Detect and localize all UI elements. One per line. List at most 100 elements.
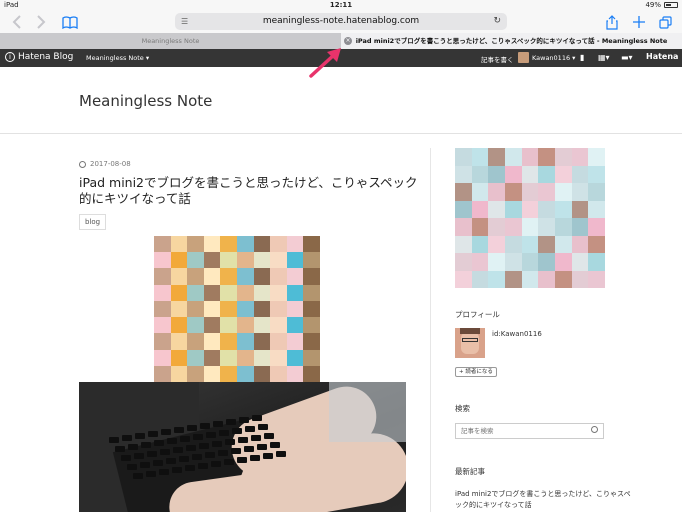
- mosaic-cell: [286, 317, 304, 334]
- back-icon[interactable]: [8, 13, 26, 31]
- reader-icon[interactable]: ☰: [181, 13, 188, 30]
- user-name: Kawan0116 ▾: [532, 53, 576, 62]
- search-field[interactable]: [455, 423, 604, 439]
- hatena-brand[interactable]: Hatena: [646, 52, 678, 61]
- mosaic-cell: [571, 165, 589, 183]
- profile-user-id[interactable]: id:Kawan0116: [492, 330, 542, 338]
- mosaic-cell: [203, 300, 221, 318]
- keyboard-key: [122, 435, 132, 441]
- category-tag[interactable]: blog: [79, 214, 107, 230]
- mosaic-cell: [554, 270, 572, 288]
- keyboard-key: [199, 443, 209, 449]
- bookmarks-icon[interactable]: [61, 13, 79, 31]
- mosaic-cell: [521, 270, 539, 288]
- apps-grid-icon[interactable]: ▦▾: [598, 53, 610, 62]
- write-article-link[interactable]: 記事を書く: [481, 54, 514, 64]
- url-text: meaningless-note.hatenablog.com: [262, 16, 420, 26]
- mosaic-cell: [455, 148, 472, 166]
- keyboard-key: [180, 436, 190, 442]
- mosaic-cell: [220, 300, 237, 318]
- mosaic-cell: [588, 253, 605, 271]
- mosaic-cell: [455, 235, 472, 253]
- mosaic-cell: [170, 284, 188, 301]
- bookmark-icon[interactable]: ▮: [580, 53, 584, 62]
- mosaic-cell: [220, 317, 237, 334]
- article-date-text: 2017-08-08: [90, 160, 131, 168]
- new-tab-icon[interactable]: [630, 13, 648, 31]
- hatena-blog-logo[interactable]: i Hatena Blog: [5, 52, 73, 62]
- keyboard-key: [192, 454, 202, 460]
- mosaic-cell: [521, 165, 539, 183]
- profile-avatar[interactable]: [455, 328, 485, 358]
- mosaic-cell: [187, 300, 204, 318]
- mosaic-cell: [154, 252, 171, 269]
- keyboard-key: [147, 451, 157, 457]
- mosaic-cell: [571, 200, 589, 218]
- keyboard-key: [166, 458, 176, 464]
- mosaic-cell: [488, 218, 505, 236]
- battery-icon: [664, 2, 678, 8]
- share-icon[interactable]: [603, 13, 621, 31]
- mosaic-cell: [253, 268, 271, 285]
- mosaic-cell: [455, 253, 472, 271]
- article-title[interactable]: iPad mini2でブログを書こうと思ったけど、こりゃスペック的にキツイなって…: [79, 175, 419, 207]
- keyboard-key: [232, 428, 242, 434]
- blog-selector[interactable]: Meaningless Note ▾: [86, 54, 149, 62]
- mosaic-cell: [253, 252, 271, 269]
- mosaic-cell: [154, 317, 171, 334]
- keyboard-key: [244, 446, 254, 452]
- recent-post-link[interactable]: iPad mini2でブログを書こうと思ったけど、こりゃスペック的にキツイなって…: [455, 489, 635, 511]
- blog-title[interactable]: Meaningless Note: [79, 92, 212, 110]
- keyboard-key: [135, 433, 145, 439]
- search-icon[interactable]: [591, 426, 598, 433]
- mosaic-cell: [237, 300, 254, 318]
- mosaic-cell: [253, 349, 271, 366]
- keyboard-key: [185, 465, 195, 471]
- keyboard-key: [134, 453, 144, 459]
- tabs-overview-icon[interactable]: [656, 13, 674, 31]
- mosaic-cell: [154, 333, 171, 350]
- search-input[interactable]: [461, 427, 586, 435]
- search-heading: 検索: [455, 404, 470, 413]
- keyboard-key: [193, 434, 203, 440]
- user-menu[interactable]: Kawan0116 ▾: [518, 52, 575, 63]
- tab-active-article[interactable]: iPad mini2でブログを書こうと思ったけど、こりゃスペック的にキツイなって…: [341, 33, 682, 49]
- keyboard-key: [146, 471, 156, 477]
- mosaic-cell: [554, 165, 572, 183]
- mosaic-cell: [237, 333, 254, 350]
- mosaic-cell: [286, 284, 304, 301]
- mosaic-cell: [270, 317, 287, 334]
- keyboard-key: [148, 431, 158, 437]
- mosaic-cell: [455, 218, 472, 236]
- follow-button[interactable]: + 読者になる: [455, 367, 497, 377]
- battery-percent: 49%: [645, 1, 661, 9]
- keyboard-key: [252, 415, 262, 421]
- article-date[interactable]: 2017-08-08: [79, 160, 131, 168]
- mosaic-cell: [471, 235, 489, 253]
- mosaic-cell: [538, 253, 555, 271]
- keyboard-key: [186, 445, 196, 451]
- tab-meaningless-note[interactable]: Meaningless Note: [0, 33, 341, 49]
- notifications-icon[interactable]: ▬▾: [621, 53, 633, 62]
- mosaic-cell: [303, 236, 320, 253]
- mosaic-cell: [471, 270, 489, 288]
- mosaic-cell: [588, 200, 605, 218]
- mosaic-cell: [303, 365, 320, 382]
- keyboard-key: [153, 460, 163, 466]
- mosaic-cell: [170, 333, 188, 350]
- keyboard-key: [187, 425, 197, 431]
- close-tab-icon[interactable]: ×: [344, 37, 352, 45]
- mosaic-cell: [237, 349, 254, 366]
- address-bar[interactable]: ☰ meaningless-note.hatenablog.com ↻: [175, 13, 507, 30]
- mosaic-cell: [488, 200, 505, 218]
- mosaic-cell: [286, 252, 304, 269]
- mosaic-cell: [237, 236, 254, 253]
- follow-label: 読者になる: [465, 369, 493, 375]
- keyboard-key: [121, 455, 131, 461]
- keyboard-key: [245, 426, 255, 432]
- mosaic-cell: [538, 183, 555, 201]
- forward-icon[interactable]: [32, 13, 50, 31]
- keyboard-key: [174, 427, 184, 433]
- reload-icon[interactable]: ↻: [493, 13, 501, 30]
- clock-icon: [79, 160, 86, 168]
